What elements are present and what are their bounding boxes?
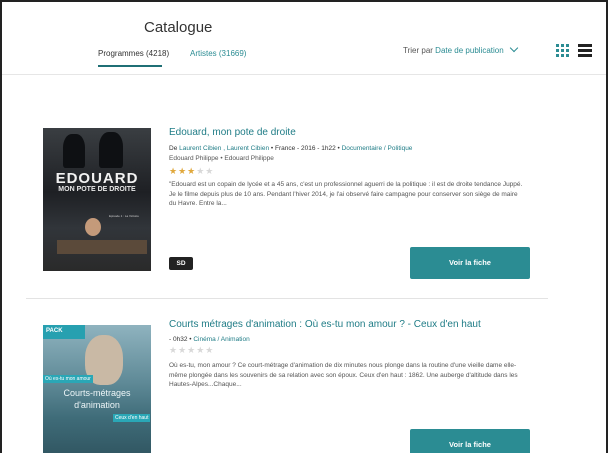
tab-artistes[interactable]: Artistes (31669): [190, 49, 246, 58]
genre-link[interactable]: Cinéma / Animation: [193, 336, 249, 343]
voir-la-fiche-button[interactable]: Voir la fiche: [410, 429, 530, 453]
tab-programmes[interactable]: Programmes (4218): [98, 49, 169, 58]
page-title: Catalogue: [144, 19, 213, 36]
meta-details: • France - 2016 - 1h22 •: [270, 145, 340, 152]
pack-badge: PACK: [43, 325, 85, 339]
rating-stars[interactable]: ★★★★★: [169, 166, 524, 177]
programme-description: "Edouard est un copain de lycée et a 45 …: [169, 181, 523, 207]
grid-view-icon[interactable]: [556, 44, 569, 57]
programme-card: PACK Où es-tu mon amour Courts-métrages …: [2, 317, 606, 453]
programme-info: Courts métrages d'animation : Où es-tu m…: [169, 319, 524, 390]
poster-subtitle: MON POTE DE DROITE: [58, 186, 136, 193]
programme-poster[interactable]: PACK Où es-tu mon amour Courts-métrages …: [43, 325, 151, 453]
meta-prefix: De: [169, 145, 178, 152]
genre-link[interactable]: Documentaire / Politique: [342, 145, 413, 152]
catalogue-header: Catalogue Programmes (4218) Artistes (31…: [2, 2, 606, 75]
programme-description: Où es-tu, mon amour ? Ce court-métrage d…: [169, 362, 518, 388]
programme-meta: De Laurent Cibien , Laurent Cibien • Fra…: [169, 145, 524, 152]
rating-stars[interactable]: ★★★★★: [169, 345, 524, 356]
poster-tag: Ceux d'en haut: [113, 414, 151, 422]
page: Catalogue Programmes (4218) Artistes (31…: [0, 0, 608, 453]
poster-episode: Episode 1 : La Victoire: [109, 214, 139, 218]
voir-la-fiche-button[interactable]: Voir la fiche: [410, 247, 530, 279]
programme-poster[interactable]: EDOUARD MON POTE DE DROITE Episode 1 : L…: [43, 128, 151, 271]
programme-card: EDOUARD MON POTE DE DROITE Episode 1 : L…: [2, 120, 606, 298]
chevron-down-icon: [509, 43, 519, 53]
poster-tag: Où es-tu mon amour: [43, 375, 93, 383]
programme-info: Edouard, mon pote de droite De Laurent C…: [169, 127, 524, 209]
poster-title: EDOUARD: [55, 170, 139, 187]
divider: [26, 298, 548, 299]
sort-label: Trier par: [403, 46, 433, 55]
meta-details: - 0h32 •: [169, 336, 192, 343]
sort-value: Date de publication: [435, 46, 504, 55]
programme-cast: Edouard Philippe • Edouard Philippe: [169, 155, 274, 162]
programme-title[interactable]: Courts métrages d'animation : Où es-tu m…: [169, 319, 524, 330]
programme-title[interactable]: Edouard, mon pote de droite: [169, 127, 524, 138]
programme-meta: - 0h32 • Cinéma / Animation: [169, 336, 524, 343]
sort-dropdown[interactable]: Trier par Date de publication: [403, 43, 519, 55]
poster-title-line: d'animation: [74, 400, 120, 410]
director-link[interactable]: Laurent Cibien , Laurent Cibien: [179, 145, 269, 152]
active-tab-indicator: [98, 65, 162, 67]
list-view-icon[interactable]: [578, 44, 592, 57]
quality-badge: SD: [169, 257, 193, 270]
poster-title-line: Courts-métrages: [63, 388, 131, 398]
